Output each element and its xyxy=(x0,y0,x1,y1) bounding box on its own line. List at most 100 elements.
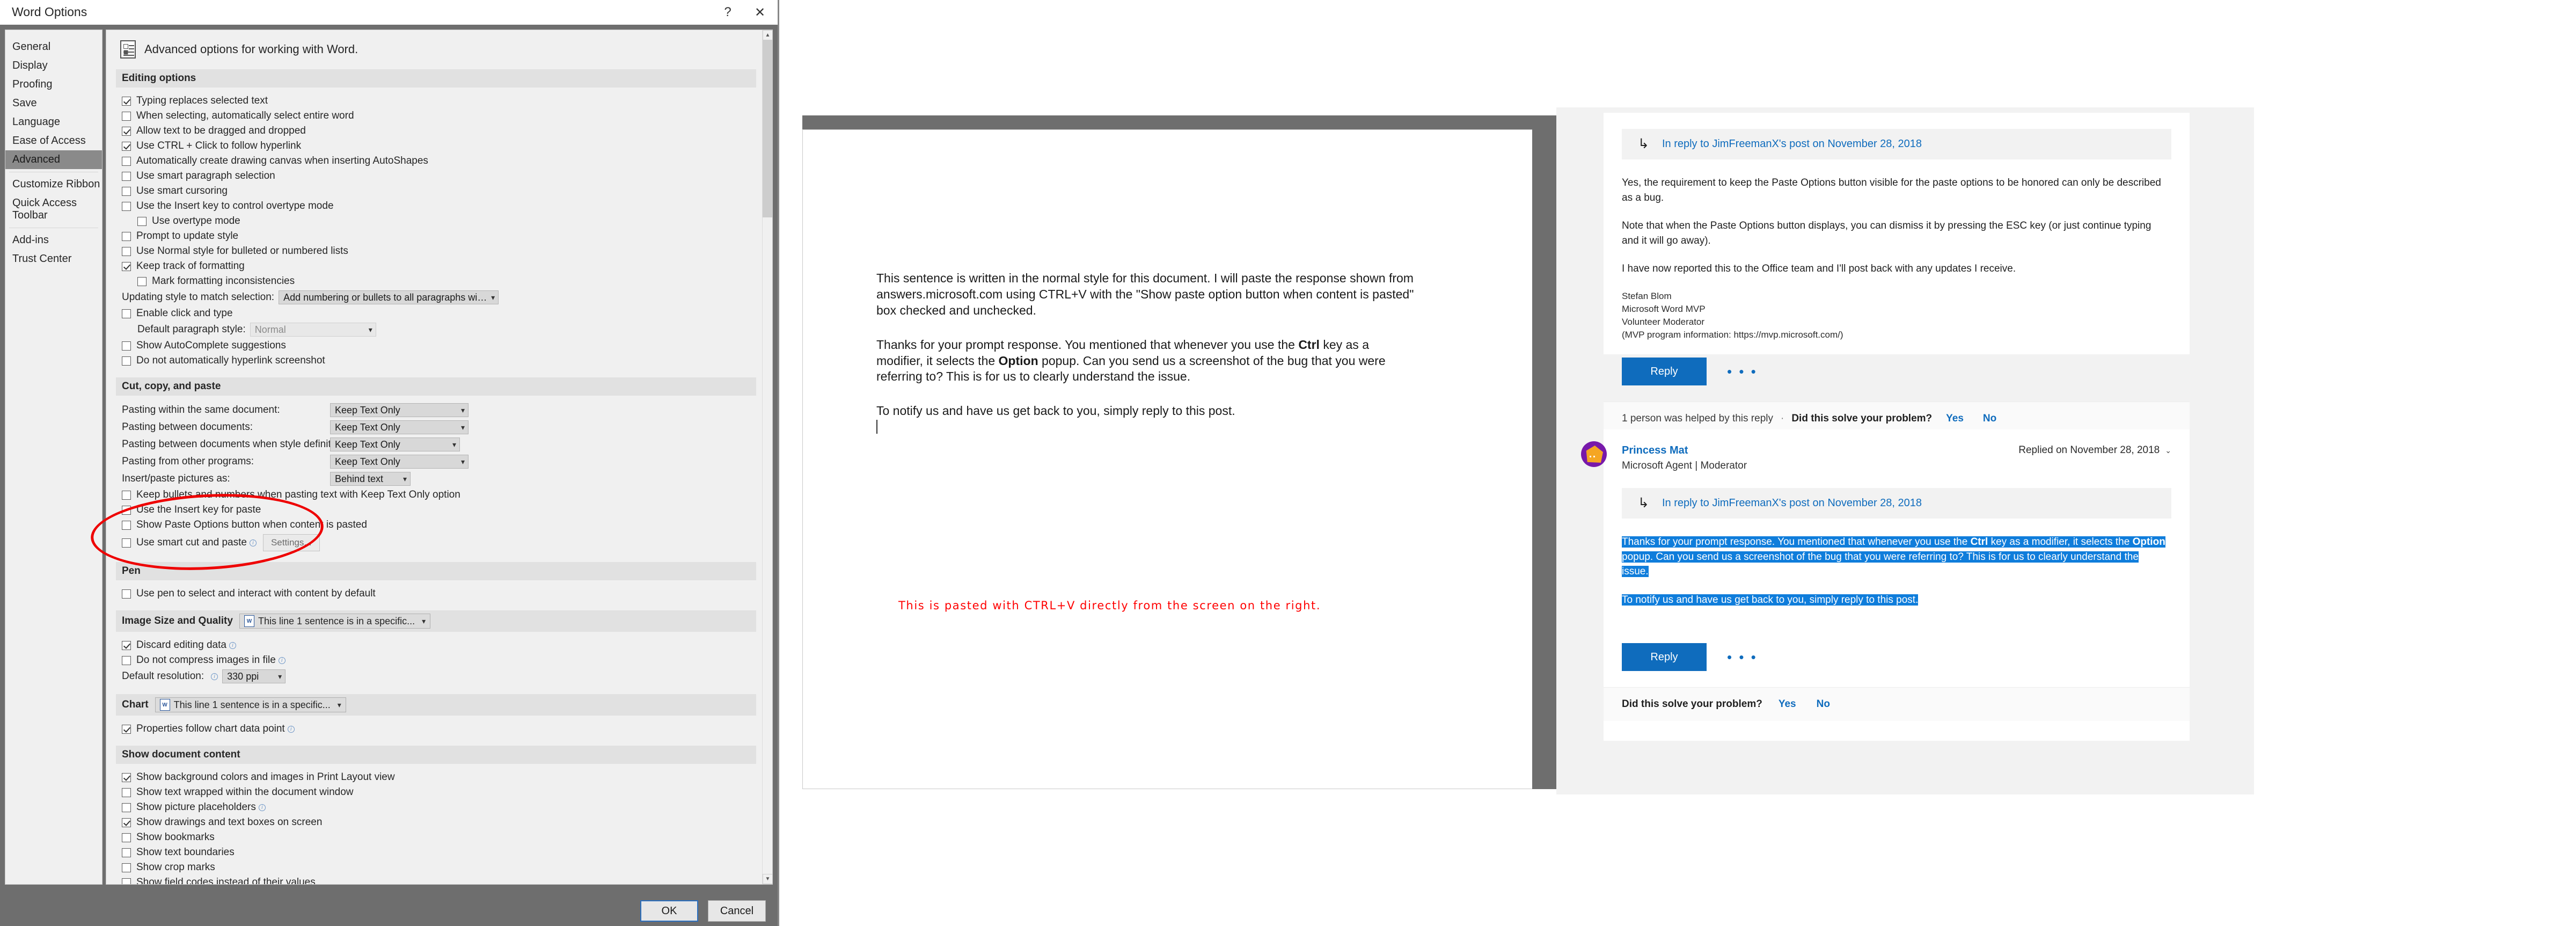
vote-yes-link[interactable]: Yes xyxy=(1779,698,1796,710)
checkbox-smart-cut-and-paste[interactable]: Use smart cut and paste i Settings... xyxy=(116,533,762,553)
checkbox-box[interactable] xyxy=(122,772,131,782)
ok-button[interactable]: OK xyxy=(640,900,698,922)
checkbox-show-text-wrapped[interactable]: Show text wrapped within the document wi… xyxy=(116,785,762,800)
checkbox-keep-bullets-numbers[interactable]: Keep bullets and numbers when pasting te… xyxy=(116,487,762,502)
more-options-icon[interactable]: • • • xyxy=(1727,364,1758,378)
checkbox-box[interactable] xyxy=(122,803,131,812)
quote-reference-bar[interactable]: ↳ In reply to JimFreemanX's post on Nove… xyxy=(1622,129,2171,159)
checkbox-show-picture-placeholders[interactable]: Show picture placeholders i xyxy=(116,800,762,815)
checkbox-box[interactable] xyxy=(122,171,131,181)
sidebar-item-language[interactable]: Language xyxy=(5,113,102,132)
checkbox-show-background-colors[interactable]: Show background colors and images in Pri… xyxy=(116,770,762,785)
sidebar-item-quick-access-toolbar[interactable]: Quick Access Toolbar xyxy=(5,194,102,225)
checkbox-autocomplete-suggestions[interactable]: Show AutoComplete suggestions xyxy=(116,338,762,353)
dropdown-image-scope[interactable]: W This line 1 sentence is in a specific.… xyxy=(239,614,431,629)
checkbox-show-text-boundaries[interactable]: Show text boundaries xyxy=(116,845,762,860)
checkbox-box[interactable] xyxy=(122,724,131,734)
settings-button[interactable]: Settings... xyxy=(262,534,320,551)
checkbox-typing-replaces-selected-text[interactable]: Typing replaces selected text xyxy=(116,93,762,108)
more-options-icon[interactable]: • • • xyxy=(1727,650,1758,664)
help-icon[interactable]: ? xyxy=(721,5,735,20)
sidebar-item-customize-ribbon[interactable]: Customize Ribbon xyxy=(5,175,102,194)
sidebar-item-add-ins[interactable]: Add-ins xyxy=(5,231,102,250)
quote-reference-link[interactable]: In reply to JimFreemanX's post on Novemb… xyxy=(1662,497,1922,509)
checkbox-use-overtype-mode[interactable]: Use overtype mode xyxy=(116,214,762,229)
sidebar-item-trust-center[interactable]: Trust Center xyxy=(5,250,102,268)
dropdown-updating-style[interactable]: Add numbering or bullets to all paragrap… xyxy=(279,290,499,304)
checkbox-show-bookmarks[interactable]: Show bookmarks xyxy=(116,830,762,845)
checkbox-show-crop-marks[interactable]: Show crop marks xyxy=(116,860,762,875)
checkbox-show-paste-options-button[interactable]: Show Paste Options button when content i… xyxy=(116,517,762,533)
scrollbar-thumb[interactable] xyxy=(763,40,772,217)
dropdown-pasting-between-documents[interactable]: Keep Text Only ▾ xyxy=(330,420,469,434)
checkbox-box[interactable] xyxy=(137,216,147,226)
checkbox-box[interactable] xyxy=(122,818,131,827)
dropdown-chart-scope[interactable]: W This line 1 sentence is in a specific.… xyxy=(155,697,346,712)
document-page[interactable]: This sentence is written in the normal s… xyxy=(802,129,1532,789)
sidebar-item-save[interactable]: Save xyxy=(5,94,102,113)
checkbox-box[interactable] xyxy=(137,276,147,286)
checkbox-box[interactable] xyxy=(122,520,131,530)
dropdown-pasting-same-document[interactable]: Keep Text Only ▾ xyxy=(330,403,469,417)
checkbox-smart-cursoring[interactable]: Use smart cursoring xyxy=(116,184,762,199)
chevron-down-icon[interactable]: ⌄ xyxy=(2165,446,2171,455)
scroll-up-icon[interactable]: ▲ xyxy=(763,30,772,40)
checkbox-do-not-compress-images[interactable]: Do not compress images in file i xyxy=(116,653,762,668)
checkbox-box[interactable] xyxy=(122,490,131,500)
dropdown-default-paragraph-style[interactable]: Normal ▾ xyxy=(250,323,376,337)
checkbox-box[interactable] xyxy=(122,640,131,650)
vote-no-link[interactable]: No xyxy=(1983,413,1996,425)
sidebar-item-proofing[interactable]: Proofing xyxy=(5,75,102,94)
checkbox-box[interactable] xyxy=(122,141,131,151)
checkbox-box[interactable] xyxy=(122,261,131,271)
dropdown-insert-paste-pictures-as[interactable]: Behind text ▾ xyxy=(330,472,411,486)
checkbox-box[interactable] xyxy=(122,538,131,548)
checkbox-use-pen-select-interact[interactable]: Use pen to select and interact with cont… xyxy=(116,586,762,601)
checkbox-discard-editing-data[interactable]: Discard editing data i xyxy=(116,638,762,653)
checkbox-box[interactable] xyxy=(122,126,131,136)
checkbox-box[interactable] xyxy=(122,589,131,599)
checkbox-drag-and-drop[interactable]: Allow text to be dragged and dropped xyxy=(116,123,762,138)
checkbox-box[interactable] xyxy=(122,341,131,351)
checkbox-enable-click-and-type[interactable]: Enable click and type xyxy=(116,306,762,321)
checkbox-box[interactable] xyxy=(122,111,131,121)
vote-no-link[interactable]: No xyxy=(1817,698,1830,710)
checkbox-box[interactable] xyxy=(122,156,131,166)
sidebar-item-advanced[interactable]: Advanced xyxy=(5,150,102,169)
checkbox-box[interactable] xyxy=(122,833,131,842)
reply-button[interactable]: Reply xyxy=(1622,358,1707,386)
sidebar-item-display[interactable]: Display xyxy=(5,56,102,75)
checkbox-box[interactable] xyxy=(122,505,131,515)
scroll-down-icon[interactable]: ▼ xyxy=(763,874,772,884)
cancel-button[interactable]: Cancel xyxy=(708,900,766,922)
quote-reference-bar[interactable]: ↳ In reply to JimFreemanX's post on Nove… xyxy=(1622,488,2171,519)
checkbox-no-auto-hyperlink-screenshot[interactable]: Do not automatically hyperlink screensho… xyxy=(116,353,762,368)
checkbox-box[interactable] xyxy=(122,878,131,884)
checkbox-box[interactable] xyxy=(122,356,131,366)
checkbox-prompt-update-style[interactable]: Prompt to update style xyxy=(116,229,762,244)
checkbox-show-field-codes[interactable]: Show field codes instead of their values xyxy=(116,875,762,884)
checkbox-box[interactable] xyxy=(122,788,131,797)
sidebar-item-general[interactable]: General xyxy=(5,38,102,56)
checkbox-select-entire-word[interactable]: When selecting, automatically select ent… xyxy=(116,108,762,123)
close-icon[interactable]: ✕ xyxy=(753,5,767,20)
checkbox-ctrl-click-hyperlink[interactable]: Use CTRL + Click to follow hyperlink xyxy=(116,138,762,154)
sidebar-item-ease-of-access[interactable]: Ease of Access xyxy=(5,132,102,150)
vote-yes-link[interactable]: Yes xyxy=(1946,413,1964,425)
dropdown-default-resolution[interactable]: 330 ppi ▾ xyxy=(222,669,286,683)
checkbox-box[interactable] xyxy=(122,186,131,196)
checkbox-box[interactable] xyxy=(122,201,131,211)
dropdown-pasting-other-programs[interactable]: Keep Text Only ▾ xyxy=(330,455,469,469)
checkbox-box[interactable] xyxy=(122,848,131,857)
checkbox-mark-formatting-inconsistencies[interactable]: Mark formatting inconsistencies xyxy=(116,274,762,289)
checkbox-box[interactable] xyxy=(122,309,131,318)
checkbox-keep-track-formatting[interactable]: Keep track of formatting xyxy=(116,259,762,274)
quote-reference-link[interactable]: In reply to JimFreemanX's post on Novemb… xyxy=(1662,138,1922,150)
checkbox-show-drawings-text-boxes[interactable]: Show drawings and text boxes on screen xyxy=(116,815,762,830)
checkbox-box[interactable] xyxy=(122,655,131,665)
document-text[interactable]: This sentence is written in the normal s… xyxy=(876,271,1418,435)
options-pane-scrollbar[interactable]: ▲ ▼ xyxy=(762,30,772,884)
checkbox-normal-style-lists[interactable]: Use Normal style for bulleted or numbere… xyxy=(116,244,762,259)
checkbox-properties-follow-chart-data-point[interactable]: Properties follow chart data point i xyxy=(116,721,762,737)
checkbox-box[interactable] xyxy=(122,246,131,256)
